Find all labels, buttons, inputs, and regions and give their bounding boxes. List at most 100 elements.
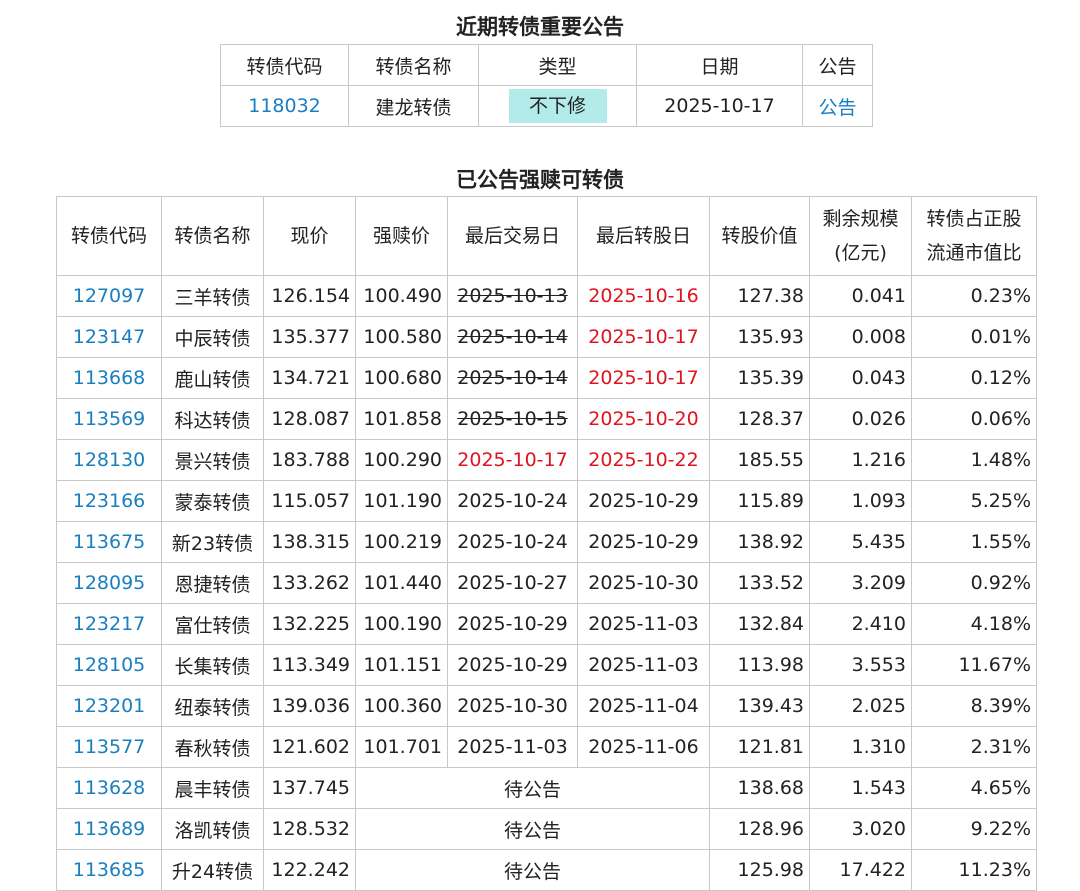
bond-code-link[interactable]: 128095 [73,572,146,594]
remaining-size-cell: 17.422 [809,849,912,891]
header-code: 转债代码 [56,196,162,276]
last-convert-date-cell: 2025-11-04 [577,685,710,727]
bond-code-link[interactable]: 113675 [73,531,146,553]
header-last-trade-date: 最后交易日 [447,196,578,276]
conversion-value-cell: 128.37 [709,398,810,440]
remaining-size-cell: 1.310 [809,726,912,768]
announcement-type-cell: 不下修 [478,85,637,127]
price-cell: 115.057 [263,480,356,522]
conversion-value-cell: 132.84 [709,603,810,645]
price-cell: 122.242 [263,849,356,891]
conversion-value-cell: 113.98 [709,644,810,686]
conversion-value-cell: 133.52 [709,562,810,604]
header-redeem-price: 强赎价 [355,196,448,276]
bond-name-cell: 鹿山转债 [161,357,264,399]
last-trade-date-cell: 2025-10-27 [447,562,578,604]
bond-code-cell: 128095 [56,562,162,604]
header-price: 现价 [263,196,356,276]
pending-announcement-cell: 待公告 [355,808,710,850]
bond-code-link[interactable]: 128130 [73,449,146,471]
conversion-value-cell: 185.55 [709,439,810,481]
last-trade-date-cell: 2025-10-24 [447,480,578,522]
price-cell: 132.225 [263,603,356,645]
remaining-size-cell: 3.553 [809,644,912,686]
last-trade-date-cell: 2025-10-14 [447,357,578,399]
conversion-value-cell: 135.93 [709,316,810,358]
float-ratio-cell: 1.48% [911,439,1037,481]
header-name: 转债名称 [348,44,479,86]
bond-code-link[interactable]: 113689 [73,818,146,840]
last-convert-date-cell: 2025-10-30 [577,562,710,604]
header-code: 转债代码 [220,44,349,86]
price-cell: 126.154 [263,275,356,317]
table-row: 128130 景兴转债 183.788 100.290 2025-10-17 2025-1… [56,439,1037,481]
bond-code-cell: 113689 [56,808,162,850]
pending-announcement-cell: 待公告 [355,849,710,891]
remaining-size-cell: 3.209 [809,562,912,604]
bond-name-cell: 升24转债 [161,849,264,891]
announcement-table: 转债代码 转债名称 类型 日期 公告 118032 建龙转债 不下修 2025-… [220,44,873,127]
price-cell: 137.745 [263,767,356,809]
bond-code-link[interactable]: 118032 [248,95,321,117]
float-ratio-cell: 11.23% [911,849,1037,891]
conversion-value-cell: 138.92 [709,521,810,563]
bond-code-link[interactable]: 113668 [73,367,146,389]
float-ratio-cell: 11.67% [911,644,1037,686]
bond-name-cell: 春秋转债 [161,726,264,768]
remaining-size-cell: 2.410 [809,603,912,645]
bond-code-link[interactable]: 123147 [73,326,146,348]
bond-code-link[interactable]: 123166 [73,490,146,512]
redemption-header-row: 转债代码 转债名称 现价 强赎价 最后交易日 最后转股日 转股价值 剩余规模 (亿… [56,196,1037,276]
bond-code-link[interactable]: 113577 [73,736,146,758]
last-convert-date-cell: 2025-11-03 [577,644,710,686]
announcement-title: 近期转债重要公告 [456,15,624,39]
table-row: 113675 新23转债 138.315 100.219 2025-10-24 2025-… [56,521,1037,563]
last-trade-date-cell: 2025-10-17 [447,439,578,481]
redeem-price-cell: 100.360 [355,685,448,727]
float-ratio-cell: 0.06% [911,398,1037,440]
bond-code-link[interactable]: 127097 [73,285,146,307]
bond-code-cell: 113577 [56,726,162,768]
redeem-price-cell: 101.701 [355,726,448,768]
bond-code-link[interactable]: 113685 [73,859,146,881]
remaining-size-cell: 0.041 [809,275,912,317]
bond-code-cell: 123166 [56,480,162,522]
redeem-price-cell: 100.580 [355,316,448,358]
redeem-price-cell: 100.290 [355,439,448,481]
conversion-value-cell: 121.81 [709,726,810,768]
table-row: 128095 恩捷转债 133.262 101.440 2025-10-27 2025-1… [56,562,1037,604]
last-trade-date-cell: 2025-10-29 [447,644,578,686]
table-row: 113628 晨丰转债 137.745 待公告 138.68 1.543 4.65% [56,767,1037,809]
bond-name-cell: 科达转债 [161,398,264,440]
redeem-price-cell: 101.440 [355,562,448,604]
bond-code-cell: 123217 [56,603,162,645]
bond-name-cell: 纽泰转债 [161,685,264,727]
announcement-header-row: 转债代码 转债名称 类型 日期 公告 [220,44,873,86]
announcement-link[interactable]: 公告 [818,97,856,119]
header-date: 日期 [636,44,803,86]
header-float-ratio-line2: 流通市值比 [926,242,1022,264]
bond-name-cell: 蒙泰转债 [161,480,264,522]
bond-code-link[interactable]: 113628 [73,777,146,799]
last-convert-date-cell: 2025-10-16 [577,275,710,317]
announcement-type-badge: 不下修 [508,89,607,123]
redeem-price-cell: 100.219 [355,521,448,563]
price-cell: 135.377 [263,316,356,358]
bond-code-link[interactable]: 128105 [73,654,146,676]
remaining-size-cell: 1.543 [809,767,912,809]
bond-code-link[interactable]: 113569 [73,408,146,430]
last-convert-date-cell: 2025-11-06 [577,726,710,768]
last-trade-date-cell: 2025-10-30 [447,685,578,727]
last-trade-date-cell: 2025-10-13 [447,275,578,317]
price-cell: 128.532 [263,808,356,850]
float-ratio-cell: 9.22% [911,808,1037,850]
conversion-value-cell: 115.89 [709,480,810,522]
bond-code-cell: 113569 [56,398,162,440]
float-ratio-cell: 2.31% [911,726,1037,768]
price-cell: 113.349 [263,644,356,686]
remaining-size-cell: 1.093 [809,480,912,522]
pending-announcement-cell: 待公告 [355,767,710,809]
bond-code-link[interactable]: 123201 [73,695,146,717]
bond-code-link[interactable]: 123217 [73,613,146,635]
remaining-size-cell: 1.216 [809,439,912,481]
